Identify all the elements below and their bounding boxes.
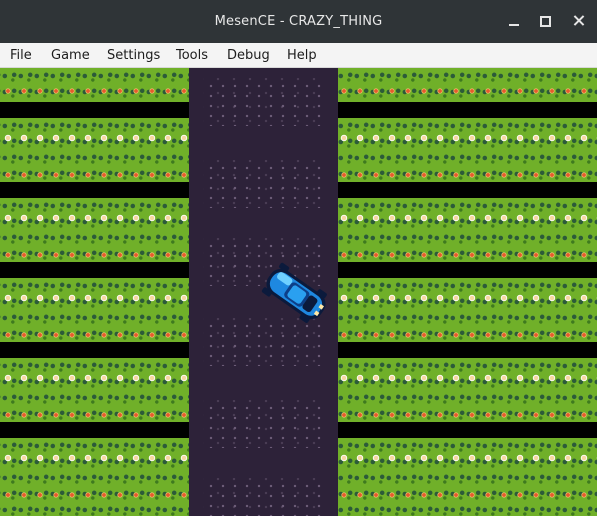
menu-help[interactable]: Help [287, 43, 317, 68]
road-gravel [203, 400, 324, 448]
menu-bar: File Game Settings Tools Debug Help [0, 43, 597, 68]
window-title-bar[interactable]: MesenCE - CRAZY_THING [0, 0, 597, 43]
maximize-button[interactable] [536, 11, 556, 31]
menu-debug[interactable]: Debug [227, 43, 270, 68]
maximize-icon [540, 16, 551, 27]
minimize-button[interactable] [505, 11, 525, 31]
menu-game[interactable]: Game [51, 43, 90, 68]
road-gravel [203, 78, 324, 126]
game-viewport[interactable] [0, 68, 597, 516]
road-gravel [203, 160, 324, 208]
close-button[interactable] [569, 11, 589, 31]
menu-tools[interactable]: Tools [176, 43, 208, 68]
menu-settings[interactable]: Settings [107, 43, 160, 68]
road-gravel [203, 478, 324, 516]
car-sprite [261, 262, 327, 323]
minimize-icon [509, 24, 519, 26]
menu-file[interactable]: File [10, 43, 32, 68]
